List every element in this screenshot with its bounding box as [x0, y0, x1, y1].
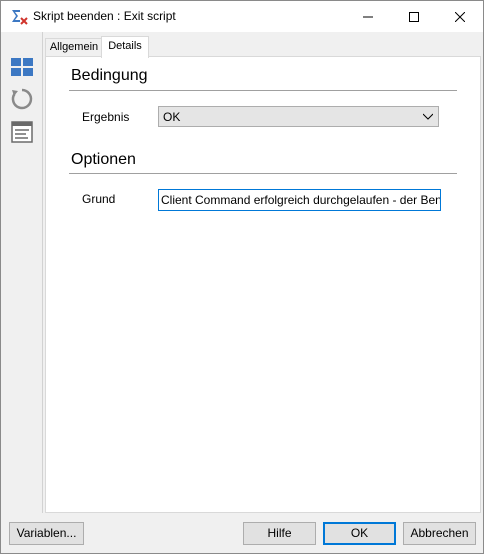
section-divider [69, 173, 457, 174]
tab-details[interactable]: Details [101, 36, 149, 58]
tab-allgemein[interactable]: Allgemein [45, 38, 103, 57]
dialog-window: Skript beenden : Exit script Allgemein D… [0, 0, 484, 554]
cancel-button[interactable]: Abbrechen [403, 522, 476, 545]
help-button[interactable]: Hilfe [243, 522, 316, 545]
window-title: Skript beenden : Exit script [33, 9, 176, 23]
result-value: OK [163, 110, 181, 124]
chevron-down-icon [423, 113, 433, 120]
minimize-button[interactable] [345, 1, 391, 32]
script-exit-icon [12, 10, 28, 25]
section-heading-condition: Bedingung [71, 67, 148, 84]
close-button[interactable] [437, 1, 483, 32]
close-icon [455, 11, 465, 22]
reason-value: Client Command erfolgreich durchgelaufen… [161, 193, 441, 207]
minimize-icon [363, 16, 373, 17]
refresh-icon[interactable] [10, 87, 34, 111]
result-dropdown[interactable]: OK [158, 106, 439, 127]
section-divider [69, 90, 457, 91]
ok-button[interactable]: OK [323, 522, 396, 545]
result-label: Ergebnis [82, 110, 130, 124]
reason-label: Grund [82, 192, 116, 206]
list-view-icon[interactable] [10, 120, 34, 144]
reason-input[interactable]: Client Command erfolgreich durchgelaufen… [158, 189, 441, 211]
sidebar [1, 32, 43, 513]
section-heading-options: Optionen [71, 151, 136, 168]
layout-grid-icon[interactable] [10, 56, 34, 80]
maximize-icon [409, 11, 419, 22]
maximize-button[interactable] [391, 1, 437, 32]
variables-button[interactable]: Variablen... [9, 522, 84, 545]
title-bar: Skript beenden : Exit script [1, 1, 483, 32]
